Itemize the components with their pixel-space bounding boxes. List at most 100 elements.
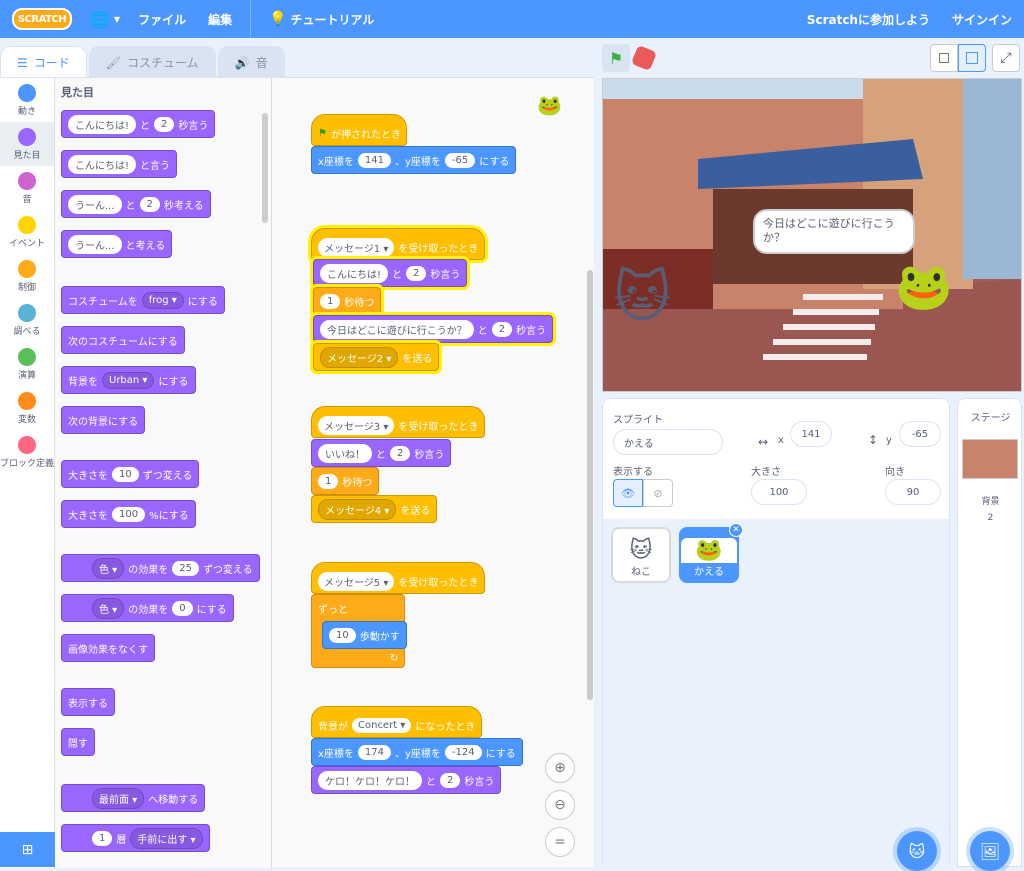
block-input[interactable]: 2 [139,196,160,212]
category-item[interactable]: 変数 [0,386,54,430]
green-flag-button[interactable]: ⚑ [602,44,630,72]
block-dropdown[interactable]: メッセージ2 ▾ [320,346,399,368]
block-input[interactable]: うーん... [68,234,122,254]
broadcast-block[interactable]: メッセージ4 ▾ を送る [311,495,438,523]
wait-block[interactable]: 1 秒待つ [311,467,380,495]
palette-scrollbar[interactable] [262,113,268,223]
block-input[interactable]: ケロ！ケロ！ケロ！ [318,770,422,790]
block-dropdown[interactable]: 手前に出す ▾ [130,827,203,849]
say-block[interactable]: こんにちは! と言う [61,150,178,178]
when-receive-message3-block[interactable]: メッセージ3 ▾ を受け取ったとき [311,406,486,438]
set-size-block[interactable]: 大きさを 100 %にする [61,500,196,528]
category-item[interactable]: 制御 [0,254,54,298]
when-receive-message5-block[interactable]: メッセージ5 ▾ を受け取ったとき [311,562,486,594]
tab-code[interactable]: ☰ コード [0,46,87,78]
change-size-block[interactable]: 大きさを 10 ずつ変える [61,460,200,488]
go-to-xy-block[interactable]: x座標を 141 、y座標を -65 にする [311,146,517,174]
block-input[interactable]: 2 [406,265,427,281]
block-input[interactable]: うーん... [68,194,122,214]
block-input[interactable]: 2 [491,321,513,337]
sprite-tile-cat[interactable]: 🐱 ねこ [611,527,671,583]
category-item[interactable]: 音 [0,166,54,210]
sprite-name-field[interactable]: かえる [613,429,723,455]
stage-selector[interactable]: ステージ 背景 2 🖼 [957,398,1022,871]
change-effect-block[interactable]: 色 ▾ の効果を 25 ずつ変える [61,554,260,582]
think-block[interactable]: うーん... と考える [61,230,173,258]
block-input[interactable]: こんにちは! [68,154,137,174]
block-dropdown[interactable]: メッセージ5 ▾ [318,571,395,591]
stop-button[interactable] [630,44,658,72]
block-input[interactable]: 1 [92,830,113,846]
small-stage-button[interactable] [930,44,958,72]
block-dropdown[interactable]: 色 ▾ [92,557,125,579]
scratch-logo[interactable]: SCRATCH [12,8,72,30]
block-input[interactable]: -124 [444,744,482,760]
go-to-layer-block[interactable]: 最前面 ▾ へ移動する [61,784,206,812]
show-block[interactable]: 表示する [61,688,115,716]
language-menu[interactable]: 🌐 ▼ [90,10,120,29]
think-for-secs-block[interactable]: うーん... と 2 秒考える [61,190,211,218]
show-sprite-button[interactable]: 👁 [613,479,643,507]
zoom-out-button[interactable]: ⊖ [545,790,575,820]
block-input[interactable]: 2 [440,772,461,788]
set-effect-block[interactable]: 色 ▾ の効果を 0 にする [61,594,234,622]
hide-block[interactable]: 隠す [61,728,95,756]
block-input[interactable]: 174 [357,744,392,760]
block-input[interactable]: 10 [112,466,139,482]
block-input[interactable]: 0 [172,600,193,616]
when-flag-clicked-block[interactable]: ⚑ が押されたとき [311,114,407,146]
block-dropdown[interactable]: Concert ▾ [352,717,412,733]
block-input[interactable]: 25 [172,560,199,576]
delete-sprite-icon[interactable]: ✕ [729,523,743,537]
direction-field[interactable]: 90 [885,479,941,505]
when-receive-message1-block[interactable]: メッセージ1 ▾ を受け取ったとき [311,228,486,260]
go-to-xy-block[interactable]: x座標を 174 、y座標を -124 にする [311,738,523,766]
block-input[interactable]: 10 [329,627,356,643]
x-position-field[interactable]: 141 [790,421,832,447]
block-dropdown[interactable]: メッセージ4 ▾ [318,498,397,520]
next-costume-block[interactable]: 次のコスチュームにする [61,326,185,354]
block-input[interactable]: こんにちは! [68,114,137,134]
change-layer-block[interactable]: 1 層手前に出す ▾ [61,824,210,852]
clear-effects-block[interactable]: 画像効果をなくす [61,634,155,662]
switch-costume-block[interactable]: コスチュームを frog ▾ にする [61,286,225,314]
category-item[interactable]: 見た目 [0,122,54,166]
when-backdrop-switches-block[interactable]: 背景が Concert ▾ になったとき [311,706,483,738]
block-input[interactable]: -65 [444,152,476,168]
category-item[interactable]: 調べる [0,298,54,342]
edit-menu[interactable]: 編集 [208,11,232,28]
size-field[interactable]: 100 [751,479,807,505]
add-extension-button[interactable]: ⊞ [0,832,55,867]
tab-sounds[interactable]: 🔊 音 [217,46,285,78]
block-input[interactable]: 2 [390,445,411,461]
block-dropdown[interactable]: frog ▾ [141,291,184,309]
say-for-secs-block[interactable]: いいね！ と 2 秒言う [311,439,452,467]
block-input[interactable]: 100 [112,506,146,522]
switch-backdrop-block[interactable]: 背景を Urban ▾ にする [61,366,196,394]
block-input[interactable]: 1 [320,293,341,309]
add-sprite-button[interactable]: 🐱 [897,831,937,871]
say-for-secs-block[interactable]: こんにちは! と 2 秒言う [313,259,468,287]
cat-sprite[interactable]: 🐱 [613,265,671,330]
tutorial-menu[interactable]: 💡 チュートリアル [269,11,374,28]
zoom-in-button[interactable]: ⊕ [545,753,575,783]
block-dropdown[interactable]: 最前面 ▾ [92,787,145,809]
category-item[interactable]: 動き [0,78,54,122]
move-steps-block[interactable]: 10 歩動かす [322,621,407,649]
file-menu[interactable]: ファイル [138,11,186,28]
block-input[interactable]: いいね！ [318,443,372,463]
category-item[interactable]: 演算 [0,342,54,386]
large-stage-button[interactable] [958,44,986,72]
say-for-secs-block[interactable]: 今日はどこに遊びに行こうか？と 2 秒言う [313,315,554,343]
y-position-field[interactable]: -65 [899,421,941,447]
block-input[interactable]: 今日はどこに遊びに行こうか？ [320,319,474,339]
say-for-secs-block[interactable]: こんにちは! と 2 秒言う [61,110,216,138]
block-input[interactable]: こんにちは! [320,263,389,283]
block-dropdown[interactable]: メッセージ1 ▾ [318,237,395,257]
block-input[interactable]: 1 [318,473,339,489]
block-input[interactable]: 2 [154,116,175,132]
broadcast-block[interactable]: メッセージ2 ▾ を送る [313,343,440,371]
block-input[interactable]: 141 [357,152,392,168]
workspace-scrollbar[interactable] [587,270,593,700]
sign-in-link[interactable]: サインイン [952,11,1012,28]
